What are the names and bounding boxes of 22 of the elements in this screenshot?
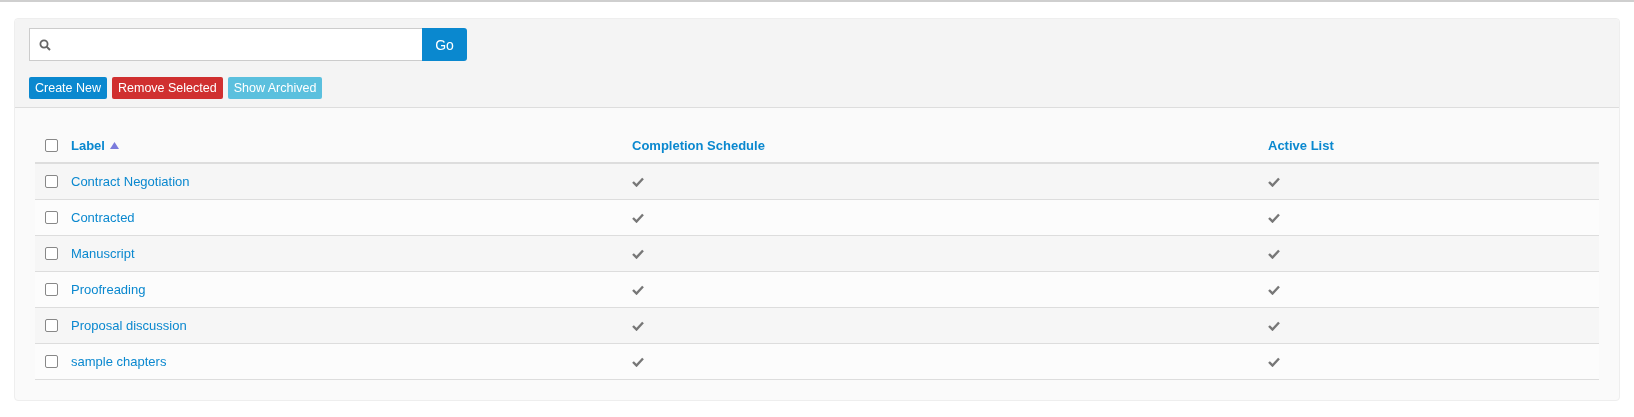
row-label-link[interactable]: Contract Negotiation: [71, 174, 190, 189]
row-label-link[interactable]: sample chapters: [71, 354, 167, 369]
action-button[interactable]: Create New: [29, 77, 107, 99]
go-button[interactable]: Go: [422, 28, 467, 61]
row-label-link[interactable]: Manuscript: [71, 246, 135, 261]
row-checkbox[interactable]: [45, 247, 58, 260]
search-icon: [39, 38, 51, 51]
column-header[interactable]: Active List: [1268, 137, 1334, 153]
row-label-link[interactable]: Proposal discussion: [71, 318, 187, 333]
row-checkbox[interactable]: [45, 175, 58, 188]
search-field[interactable]: [29, 28, 422, 61]
row-checkbox[interactable]: [45, 319, 58, 332]
column-header[interactable]: Label: [71, 137, 119, 153]
row-checkbox[interactable]: [45, 283, 58, 296]
row-label-link[interactable]: Contracted: [71, 210, 135, 225]
action-button[interactable]: Remove Selected: [112, 77, 223, 99]
row-label-link[interactable]: Proofreading: [71, 282, 146, 297]
column-header[interactable]: Completion Schedule: [632, 137, 765, 153]
select-all-checkbox[interactable]: [45, 138, 58, 152]
row-checkbox[interactable]: [45, 355, 58, 368]
action-button[interactable]: Show Archived: [227, 77, 323, 99]
row-checkbox[interactable]: [45, 211, 58, 224]
